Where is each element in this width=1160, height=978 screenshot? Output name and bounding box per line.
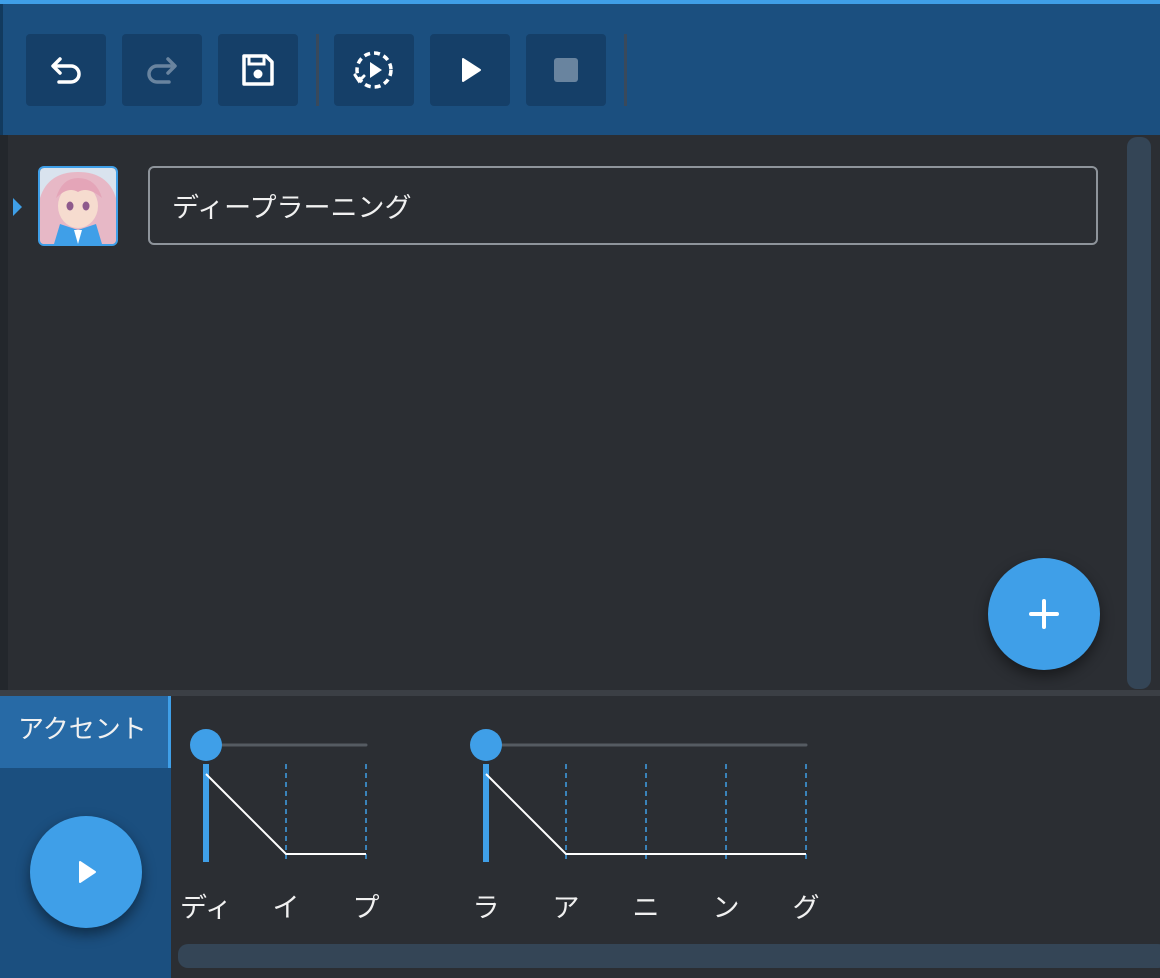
play-icon <box>79 861 96 883</box>
plus-icon <box>1029 599 1059 629</box>
accent-slider-handle[interactable] <box>470 729 502 761</box>
mora-label: プ <box>352 893 380 924</box>
mora-label: ン <box>712 893 740 924</box>
stop-button[interactable] <box>526 34 606 106</box>
play-continuous-button[interactable] <box>334 34 414 106</box>
speaker-avatar[interactable] <box>38 166 118 246</box>
continuous-play-icon <box>353 51 393 89</box>
save-button[interactable] <box>218 34 298 106</box>
accent-phrase-editor <box>190 729 808 862</box>
undo-icon <box>51 57 81 84</box>
active-row-marker <box>13 198 22 216</box>
redo-button[interactable] <box>122 34 202 106</box>
play-selected-button[interactable] <box>30 816 142 928</box>
mora-label: イ <box>272 893 300 924</box>
vertical-scrollbar[interactable] <box>1127 137 1151 689</box>
toolbar <box>0 4 1160 135</box>
accent-slider-handle[interactable] <box>190 729 222 761</box>
toolbar-separator <box>316 34 319 106</box>
detail-panel: アクセント ディ イ プ ラ ア ニ ン グ <box>0 696 1160 978</box>
add-audio-cell-button[interactable] <box>988 558 1100 670</box>
detail-side-nav: アクセント <box>0 696 171 978</box>
stop-icon <box>554 58 578 82</box>
undo-button[interactable] <box>26 34 106 106</box>
mora-label: ニ <box>632 893 660 924</box>
toolbar-separator <box>624 34 627 106</box>
audio-text-input[interactable] <box>148 166 1098 245</box>
save-icon <box>242 54 274 86</box>
tab-accent[interactable]: アクセント <box>0 696 171 768</box>
play-button[interactable] <box>430 34 510 106</box>
mora-label: ラ <box>472 893 500 924</box>
horizontal-scrollbar[interactable] <box>178 944 1160 968</box>
redo-icon <box>147 57 177 84</box>
anime-girl-avatar-icon <box>40 168 116 244</box>
play-icon <box>462 58 481 82</box>
mora-label: ア <box>552 893 580 924</box>
mora-label: グ <box>792 893 820 924</box>
mora-label: ディ <box>179 893 233 924</box>
